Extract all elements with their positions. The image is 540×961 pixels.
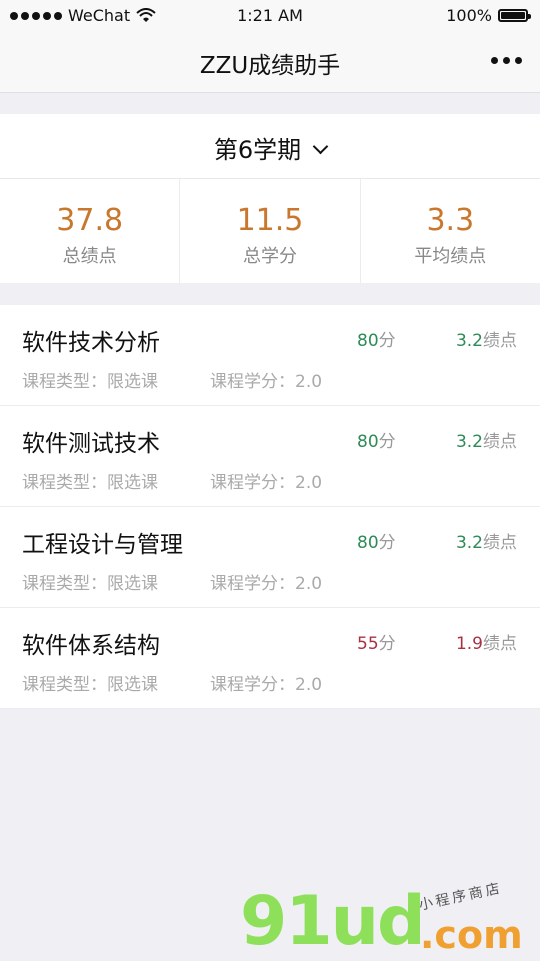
course-gpa: 3.2绩点 [456,528,517,553]
course-score: 80分 [357,326,396,351]
course-name: 软件测试技术 [22,431,160,457]
course-name: 工程设计与管理 [22,532,183,558]
course-meta: 课程类型：限选课 课程学分：2.0 [22,670,322,695]
course-name: 软件体系结构 [22,633,160,659]
gpa-value: 3.2 [455,331,483,351]
course-score: 80分 [357,528,396,553]
score-value: 55 [357,634,379,654]
course-type: 课程类型：限选课 [22,473,158,493]
status-right: 100% [446,6,531,25]
watermark-main: 91ud [240,882,426,961]
course-score: 55分 [357,629,396,654]
stat-label: 总学分 [242,246,297,267]
gpa-unit: 绩点 [483,634,517,654]
course-name: 软件技术分析 [22,330,160,356]
course-gpa: 1.9绩点 [456,629,517,654]
course-item[interactable]: 软件体系结构 课程类型：限选课 课程学分：2.0 55分 1.9绩点 [0,608,540,709]
watermark-domain: .com [420,913,523,957]
course-item[interactable]: 软件技术分析 课程类型：限选课 课程学分：2.0 80分 3.2绩点 [0,305,540,406]
stat-value: 11.5 [236,203,304,238]
stat-label: 总绩点 [62,246,117,267]
gpa-unit: 绩点 [483,331,517,351]
stat-value: 3.3 [426,203,475,238]
course-item[interactable]: 软件测试技术 课程类型：限选课 课程学分：2.0 80分 3.2绩点 [0,406,540,507]
semester-selector-inner[interactable]: 第6学期 [0,130,540,165]
course-gpa: 3.2绩点 [456,326,517,351]
gpa-value: 3.2 [455,432,483,452]
nav-bar: ZZU成绩助手 [0,30,540,93]
gpa-value: 3.2 [455,533,483,553]
course-meta: 课程类型：限选课 课程学分：2.0 [22,468,322,493]
course-credit: 课程学分：2.0 [210,675,323,695]
watermark-logo: 91ud .com 小程序商店 [240,880,540,961]
course-credit: 课程学分：2.0 [210,473,323,493]
course-type: 课程类型：限选课 [22,675,158,695]
course-type: 课程类型：限选课 [22,372,158,392]
stat-total-credits: 11.5 总学分 [180,179,361,283]
watermark-tagline: 小程序商店 [417,880,504,914]
status-bar: WeChat 1:21 AM 100% [0,0,540,30]
score-unit: 分 [378,533,396,553]
more-icon[interactable] [491,57,522,64]
stat-total-gpa: 37.8 总绩点 [0,179,181,283]
battery-icon [498,9,531,22]
score-value: 80 [357,533,379,553]
course-item[interactable]: 工程设计与管理 课程类型：限选课 课程学分：2.0 80分 3.2绩点 [0,507,540,608]
score-unit: 分 [378,331,396,351]
chevron-down-icon [312,138,329,155]
battery-percent: 100% [446,6,492,25]
course-list: 软件技术分析 课程类型：限选课 课程学分：2.0 80分 3.2绩点 软件测试技… [0,305,540,709]
stat-average-gpa: 3.3 平均绩点 [361,179,540,283]
course-type: 课程类型：限选课 [22,574,158,594]
course-meta: 课程类型：限选课 课程学分：2.0 [22,569,322,594]
gpa-unit: 绩点 [483,432,517,452]
semester-label: 第6学期 [213,136,302,164]
course-credit: 课程学分：2.0 [210,372,323,392]
course-gpa: 3.2绩点 [456,427,517,452]
course-meta: 课程类型：限选课 课程学分：2.0 [22,367,322,392]
score-unit: 分 [378,432,396,452]
score-unit: 分 [378,634,396,654]
semester-selector[interactable]: 第6学期 [0,114,540,179]
gpa-unit: 绩点 [483,533,517,553]
gpa-value: 1.9 [455,634,483,654]
course-score: 80分 [357,427,396,452]
score-value: 80 [357,331,379,351]
stat-value: 37.8 [56,203,124,238]
score-value: 80 [357,432,379,452]
page-title: ZZU成绩助手 [199,53,341,79]
course-credit: 课程学分：2.0 [210,574,323,594]
stat-label: 平均绩点 [414,246,487,267]
stats-panel: 37.8 总绩点 11.5 总学分 3.3 平均绩点 [0,179,540,283]
